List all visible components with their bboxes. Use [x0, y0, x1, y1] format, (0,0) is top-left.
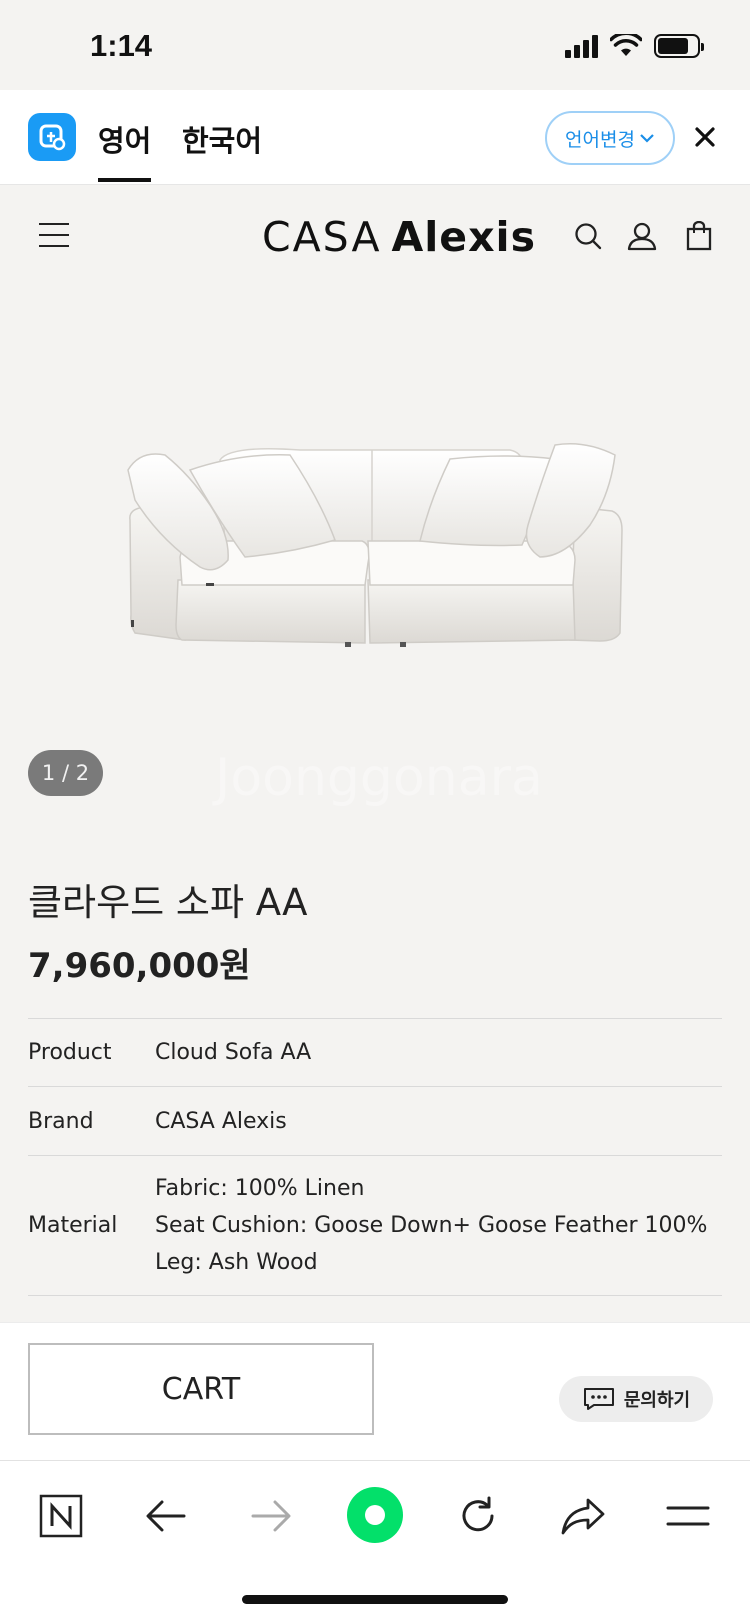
product-title: 클라우드 소파 AA [28, 881, 308, 924]
spec-value: Seat Cushion: Goose Down+ Goose Feather … [155, 1213, 708, 1238]
spec-value-group: Fabric: 100% Linen Seat Cushion: Goose D… [155, 1170, 707, 1281]
spec-label: Brand [28, 1108, 94, 1134]
wifi-icon [610, 34, 642, 56]
change-language-label: 언어변경 [565, 128, 635, 151]
product-price: 7,960,000원 [28, 946, 251, 986]
cellular-signal-icon [565, 34, 598, 58]
battery-icon [654, 34, 704, 58]
back-arrow-icon[interactable] [138, 1488, 194, 1544]
translation-bar: 영어 한국어 언어변경 [0, 90, 750, 185]
spec-value: Leg: Ash Wood [155, 1250, 318, 1275]
inquiry-button[interactable]: 문의하기 [559, 1376, 713, 1422]
spec-label: Product [28, 1040, 112, 1065]
sofa-image: Joonggonara [127, 443, 623, 808]
status-time: 1:14 [90, 28, 153, 63]
brand-logo-part2: Alexis [391, 213, 537, 261]
spec-row: Material Fabric: 100% Linen Seat Cushion… [28, 1155, 722, 1296]
site-header: CASA Alexis [0, 185, 750, 295]
browser-toolbar [0, 1460, 750, 1623]
cart-bar: CART 문의하기 [0, 1322, 750, 1460]
slide-counter: 1 / 2 [28, 750, 103, 796]
chat-bubble-icon [583, 1388, 614, 1410]
bag-icon[interactable] [684, 221, 714, 251]
search-icon[interactable] [573, 221, 603, 251]
menu-icon[interactable] [38, 222, 70, 248]
spec-value: Fabric: 100% Linen [155, 1176, 365, 1201]
share-icon[interactable] [555, 1488, 611, 1544]
forward-arrow-icon[interactable] [243, 1488, 299, 1544]
spec-value: CASA Alexis [155, 1108, 287, 1134]
spec-table: Product Cloud Sofa AA Brand CASA Alexis … [28, 1018, 722, 1296]
green-dot-icon[interactable] [345, 1485, 405, 1545]
svg-text:Joonggonara: Joonggonara [212, 748, 543, 808]
brand-logo-part1: CASA [262, 213, 382, 261]
inquiry-label: 문의하기 [623, 1390, 691, 1411]
menu-lines-icon[interactable] [660, 1488, 716, 1544]
product-image[interactable]: Joonggonara [0, 295, 750, 825]
spec-label: Material [28, 1213, 118, 1238]
tab-korean[interactable]: 한국어 [182, 118, 262, 160]
spec-row: Product Cloud Sofa AA [28, 1018, 722, 1086]
user-icon[interactable] [627, 221, 657, 251]
status-bar: 1:14 [0, 0, 750, 90]
spec-row: Brand CASA Alexis [28, 1086, 722, 1155]
papago-logo-icon[interactable] [28, 113, 76, 161]
status-icons [565, 34, 704, 58]
home-indicator [242, 1595, 508, 1604]
chevron-down-icon [640, 134, 654, 143]
reload-icon[interactable] [450, 1488, 506, 1544]
naver-n-icon[interactable] [33, 1488, 89, 1544]
tab-english[interactable]: 영어 [98, 118, 152, 182]
spec-value: Cloud Sofa AA [155, 1040, 312, 1065]
cart-button[interactable]: CART [28, 1343, 374, 1435]
brand-logo[interactable]: CASA Alexis [262, 213, 536, 261]
close-icon[interactable] [690, 122, 720, 152]
change-language-button[interactable]: 언어변경 [545, 111, 675, 165]
